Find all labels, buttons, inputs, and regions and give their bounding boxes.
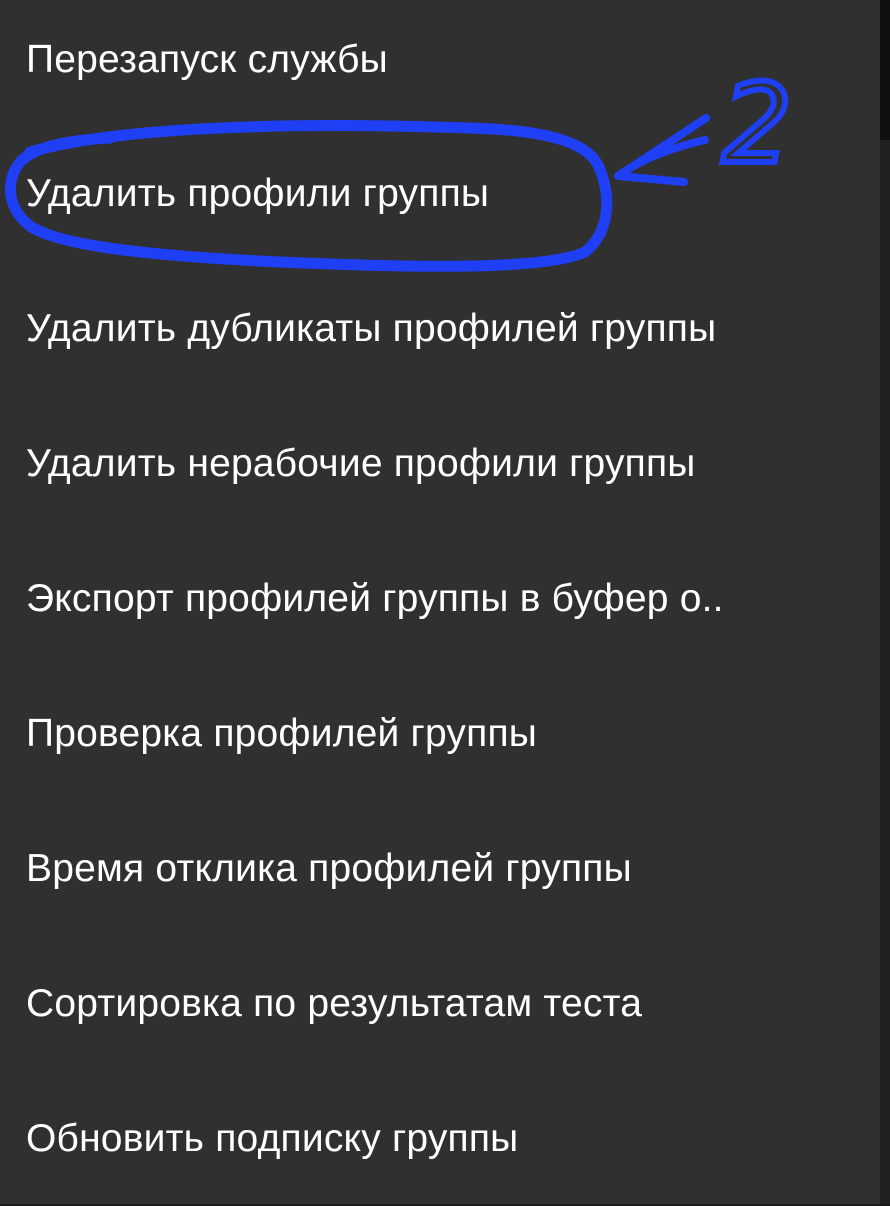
menu-item-label: Время отклика профилей группы [26,846,632,890]
background-strip [880,0,890,1204]
menu-item-response-time[interactable]: Время отклика профилей группы [0,801,880,936]
menu-item-label: Перезапуск службы [26,37,388,81]
background-strip-top [880,0,890,140]
menu-item-delete-duplicate-profiles[interactable]: Удалить дубликаты профилей группы [0,261,880,396]
menu-item-check-group-profiles[interactable]: Проверка профилей группы [0,666,880,801]
menu-item-label: Удалить нерабочие профили группы [26,441,696,485]
menu-item-label: Сортировка по результатам теста [26,981,643,1025]
menu-item-label: Удалить дубликаты профилей группы [26,306,717,350]
menu-item-sort-by-test-results[interactable]: Сортировка по результатам теста [0,936,880,1071]
menu-item-label: Экспорт профилей группы в буфер о.. [26,576,724,620]
menu-item-delete-group-profiles[interactable]: Удалить профили группы [0,126,880,261]
menu-item-export-to-clipboard[interactable]: Экспорт профилей группы в буфер о.. [0,531,880,666]
menu-item-delete-nonworking-profiles[interactable]: Удалить нерабочие профили группы [0,396,880,531]
menu-item-restart-service[interactable]: Перезапуск службы [0,0,880,127]
menu-item-label: Обновить подписку группы [26,1116,519,1160]
menu-item-label: Удалить профили группы [26,171,490,215]
menu-item-update-group-subscription[interactable]: Обновить подписку группы [0,1071,880,1206]
context-menu: Перезапуск службы Удалить профили группы… [0,0,880,1204]
menu-item-label: Проверка профилей группы [26,711,538,755]
